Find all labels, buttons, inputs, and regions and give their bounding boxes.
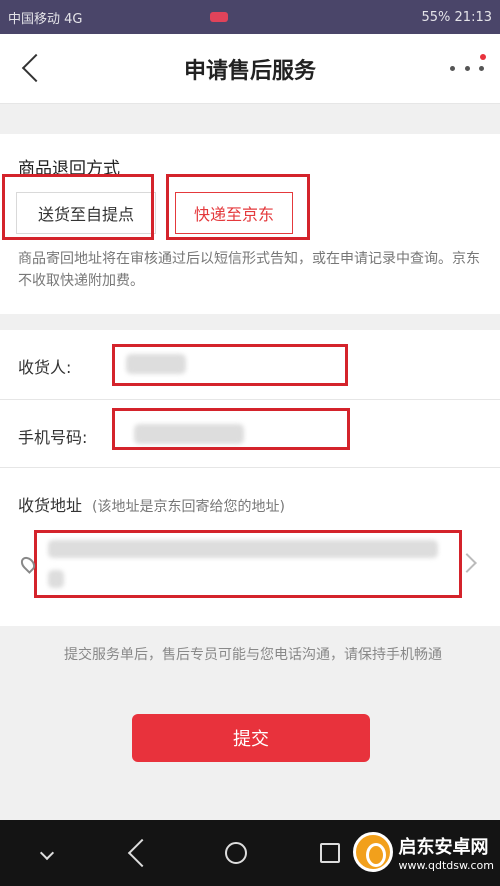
receiver-label: 收货人: [18,358,72,377]
footer-note: 提交服务单后，售后专员可能与您电话沟通，请保持手机畅通 [64,647,442,663]
home-icon[interactable] [220,837,252,869]
watermark: 启东安卓网 www.qdtdsw.com [352,832,494,872]
receiver-row[interactable]: 收货人: [0,330,500,400]
page-title: 申请售后服务 [183,58,316,84]
phone-label: 手机号码: [18,428,88,447]
pickup-point-option[interactable]: 送货至自提点 [16,192,156,234]
status-bar: 中国移动 4G 55% 21:13 [0,0,500,34]
phone-value[interactable] [134,424,244,444]
battery-time-text: 55% 21:13 [421,9,493,25]
back-nav-icon[interactable] [126,837,158,869]
address-label: 收货地址 (该地址是京东回寄给您的地址) [18,492,285,516]
collapse-icon[interactable] [31,837,63,869]
notification-icon [209,12,228,22]
watermark-title: 启东安卓网 [398,836,489,858]
address-title: 收货地址 [18,496,83,515]
watermark-logo-icon [352,832,393,872]
phone-row[interactable]: 手机号码: [0,400,500,468]
recents-icon[interactable] [314,837,346,869]
receiver-value[interactable] [126,354,186,374]
header: 申请售后服务 [0,34,500,104]
address-hint: (该地址是京东回寄给您的地址) [92,499,285,515]
submit-button[interactable]: 提交 [132,714,370,762]
address-row[interactable]: 收货地址 (该地址是京东回寄给您的地址) [0,468,500,626]
return-note: 商品寄回地址将在审核通过后以短信形式告知，或在申请记录中查询。京东不收取快递附加… [18,251,480,289]
address-form-section: 收货人: 手机号码: 收货地址 (该地址是京东回寄给您的地址) [0,330,500,626]
address-line-1[interactable] [48,540,438,558]
address-line-2[interactable] [48,570,64,588]
carrier-text: 中国移动 4G [8,11,83,27]
back-icon[interactable] [18,52,48,86]
express-to-jd-option[interactable]: 快递至京东 [175,192,293,234]
return-method-section: 商品退回方式 送货至自提点 快递至京东 商品寄回地址将在审核通过后以短信形式告知… [0,134,500,314]
return-method-title: 商品退回方式 [18,159,120,179]
watermark-url: www.qdtdsw.com [398,858,494,872]
more-icon[interactable] [450,54,486,80]
